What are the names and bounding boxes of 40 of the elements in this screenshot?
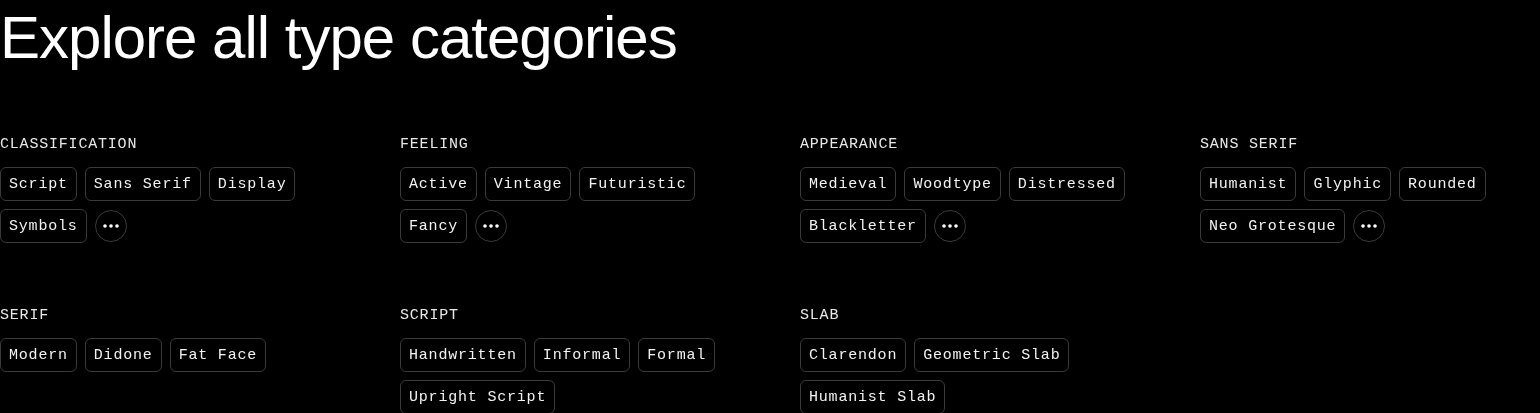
category-tag[interactable]: Rounded [1399,167,1486,201]
category-tag[interactable]: Glyphic [1304,167,1392,201]
category-heading: SCRIPT [400,307,459,324]
category-tag[interactable]: Distressed [1008,167,1125,201]
page-title: Explore all type categories [0,3,677,73]
category-heading: SLAB [800,307,840,324]
category-tag[interactable]: Sans Serif [84,167,201,201]
more-icon [1361,224,1378,228]
more-button[interactable] [94,210,127,242]
category-tag[interactable]: Blackletter [800,209,926,243]
category-tag[interactable]: Vintage [484,167,572,201]
category-tag[interactable]: Handwritten [400,338,526,372]
category-heading: FEELING [400,136,469,153]
category-tag[interactable]: Humanist [1200,167,1297,201]
category-heading: APPEARANCE [800,136,898,153]
category-tag[interactable]: Neo Grotesque [1200,209,1346,243]
category-tag[interactable]: Geometric Slab [914,338,1070,372]
category-tag[interactable]: Formal [638,338,716,372]
category-tag[interactable]: Medieval [800,167,897,201]
more-button[interactable] [933,210,966,242]
more-button[interactable] [475,210,507,242]
category-heading: CLASSIFICATION [0,136,138,153]
category-tag[interactable]: Fat Face [169,338,267,372]
category-tag[interactable]: Display [208,167,296,201]
more-icon [102,224,119,228]
category-tag[interactable]: Active [400,167,477,201]
category-tag[interactable]: Informal [533,338,631,372]
more-icon [483,224,499,228]
category-tag[interactable]: Futuristic [579,167,696,201]
category-tag[interactable]: Fancy [400,209,467,243]
category-heading: SERIF [0,307,49,324]
category-tag[interactable]: Script [0,167,77,201]
more-icon [941,224,958,228]
more-button[interactable] [1353,210,1386,242]
category-tag[interactable]: Woodtype [904,167,1001,201]
category-tag[interactable]: Symbols [0,209,87,243]
category-tag[interactable]: Clarendon [800,338,907,372]
category-tag[interactable]: Modern [0,338,77,372]
category-heading: SANS SERIF [1200,136,1298,153]
category-tag[interactable]: Didone [84,338,162,372]
